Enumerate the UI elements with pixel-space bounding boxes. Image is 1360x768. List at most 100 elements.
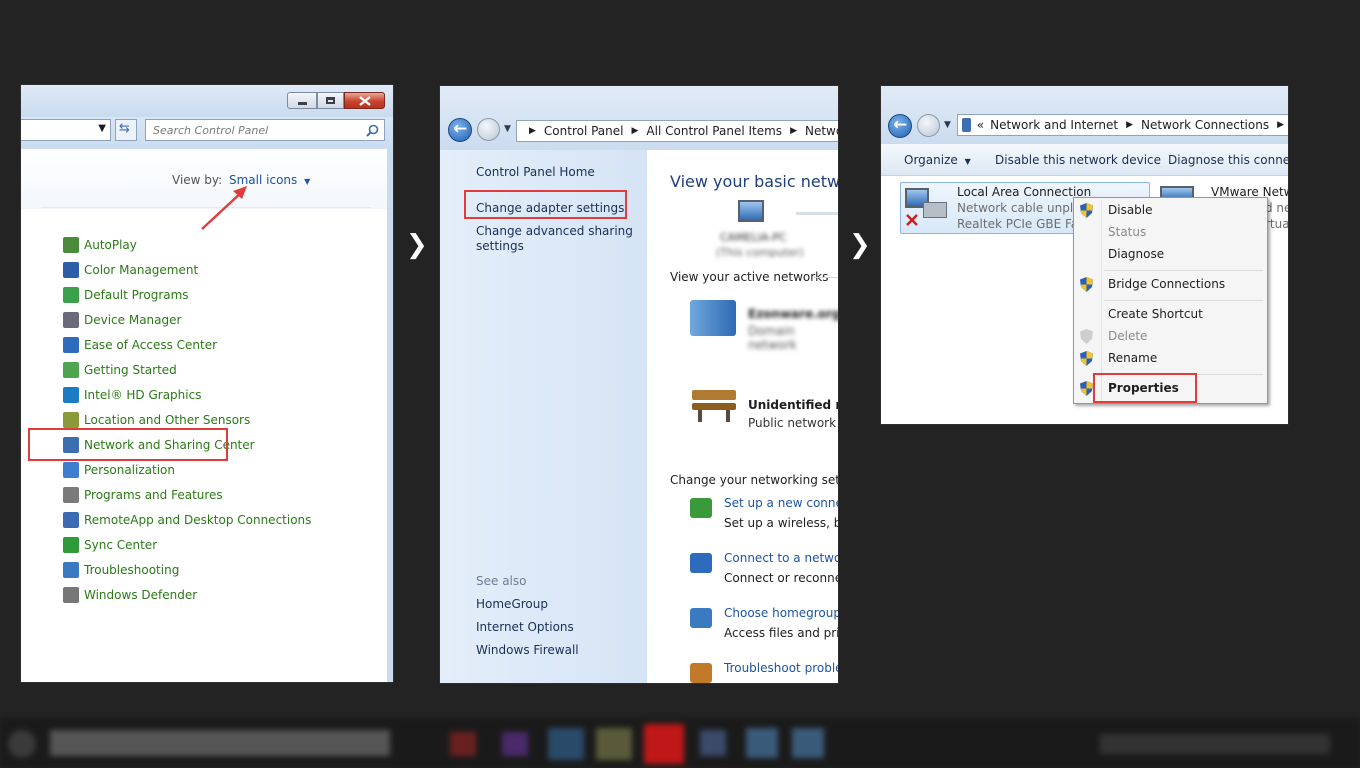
organize-button[interactable]: Organize ▼ [904, 153, 971, 167]
arrow-left-icon: ← [453, 119, 468, 139]
back-button[interactable]: ← [888, 114, 912, 138]
sidebar-advanced-sharing-line2[interactable]: settings [476, 239, 524, 253]
forward-button[interactable] [477, 118, 500, 141]
diagnose-connection-button[interactable]: Diagnose this connecti [1168, 153, 1288, 167]
control-panel-item-icon [63, 387, 79, 403]
control-panel-item[interactable]: AutoPlay [63, 236, 137, 254]
close-button[interactable] [344, 92, 385, 109]
annotation-arrow-icon [201, 186, 247, 230]
sidebar-internet-options-link[interactable]: Internet Options [476, 620, 574, 634]
start-button[interactable] [8, 730, 36, 758]
minimize-button[interactable] [287, 92, 317, 109]
sidebar-firewall-link[interactable]: Windows Firewall [476, 643, 579, 657]
control-panel-item[interactable]: Troubleshooting [63, 561, 179, 579]
menu-bridge-connections[interactable]: Bridge Connections [1108, 277, 1225, 291]
highlight-network-sharing [28, 428, 228, 461]
system-tray[interactable] [1100, 734, 1330, 754]
control-panel-item-label[interactable]: Location and Other Sensors [84, 413, 250, 427]
control-panel-item-label[interactable]: RemoteApp and Desktop Connections [84, 513, 311, 527]
control-panel-item-label[interactable]: Getting Started [84, 363, 177, 377]
organize-label[interactable]: Organize [904, 153, 958, 167]
control-panel-item-label[interactable]: Device Manager [84, 313, 181, 327]
control-panel-item-label[interactable]: AutoPlay [84, 238, 137, 252]
taskbar-app[interactable] [450, 732, 476, 756]
history-dropdown-icon[interactable]: ▼ [944, 120, 951, 130]
control-panel-item[interactable]: Color Management [63, 261, 198, 279]
control-panel-item-label[interactable]: Default Programs [84, 288, 189, 302]
task-link[interactable]: Troubleshoot problem [724, 661, 838, 675]
dropdown-arrow-icon: ▼ [964, 157, 971, 166]
disable-device-button[interactable]: Disable this network device [995, 153, 1161, 167]
control-panel-item[interactable]: Device Manager [63, 311, 181, 329]
menu-separator [1104, 270, 1263, 271]
menu-diagnose[interactable]: Diagnose [1108, 247, 1164, 261]
control-panel-item-label[interactable]: Sync Center [84, 538, 157, 552]
taskbar-app[interactable] [792, 728, 824, 758]
control-panel-item[interactable]: RemoteApp and Desktop Connections [63, 511, 311, 529]
breadcrumb-control-panel[interactable]: Control Panel [544, 124, 624, 138]
taskbar-app[interactable] [502, 732, 528, 756]
taskbar-app[interactable] [548, 728, 584, 760]
address-dropdown-icon[interactable]: ▼ [98, 123, 106, 134]
back-button[interactable]: ← [448, 118, 472, 142]
forward-button[interactable] [917, 114, 940, 137]
menu-rename[interactable]: Rename [1108, 351, 1157, 365]
taskbar-app[interactable] [700, 730, 726, 756]
control-panel-item[interactable]: Windows Defender [63, 586, 197, 604]
menu-create-shortcut[interactable]: Create Shortcut [1108, 307, 1203, 321]
breadcrumb-all-items[interactable]: All Control Panel Items [646, 124, 782, 138]
search-input[interactable]: Search Control Panel [145, 119, 385, 141]
address-bar[interactable]: ▶ Control Panel ▶ All Control Panel Item… [516, 120, 838, 142]
control-panel-item[interactable]: Intel® HD Graphics [63, 386, 201, 404]
control-panel-item[interactable]: Sync Center [63, 536, 157, 554]
task-description: Access files and printe [724, 626, 838, 640]
connection-status: Network cable unplug [957, 201, 1089, 215]
breadcrumb-network-connections[interactable]: Network Connections [1141, 118, 1269, 132]
control-panel-item-label[interactable]: Intel® HD Graphics [84, 388, 201, 402]
breadcrumb-network[interactable]: Network [805, 124, 838, 138]
page-heading: View your basic network [670, 172, 838, 191]
shield-icon [1080, 277, 1093, 292]
taskbar-app[interactable] [644, 724, 684, 764]
control-panel-item[interactable]: Ease of Access Center [63, 336, 217, 354]
control-panel-item-label[interactable]: Ease of Access Center [84, 338, 217, 352]
taskbar-app[interactable] [596, 728, 632, 760]
control-panel-item-icon [63, 237, 79, 253]
history-dropdown-icon[interactable]: ▼ [504, 124, 511, 134]
address-bar[interactable]: ▼ [21, 119, 111, 141]
control-panel-item[interactable]: Personalization [63, 461, 175, 479]
control-panel-item-icon [63, 587, 79, 603]
sidebar-homegroup-link[interactable]: HomeGroup [476, 597, 548, 611]
menu-disable[interactable]: Disable [1108, 203, 1153, 217]
control-panel-item-label[interactable]: Color Management [84, 263, 198, 277]
task-icon [690, 498, 712, 518]
control-panel-item[interactable]: Default Programs [63, 286, 189, 304]
control-panel-item-label[interactable]: Windows Defender [84, 588, 197, 602]
address-bar[interactable]: « Network and Internet ▶ Network Connect… [957, 114, 1288, 136]
control-panel-item-label[interactable]: Troubleshooting [84, 563, 179, 577]
task-link[interactable]: Connect to a network [724, 551, 838, 565]
breadcrumb-separator: ▶ [790, 126, 797, 136]
highlight-properties [1093, 373, 1197, 403]
refresh-button[interactable]: ⇆ [115, 119, 137, 141]
sidebar-home-link[interactable]: Control Panel Home [476, 165, 595, 179]
control-panel-item-label[interactable]: Programs and Features [84, 488, 223, 502]
task-link[interactable]: Choose homegroup a [724, 606, 838, 620]
shield-icon [1080, 381, 1093, 396]
control-panel-item-icon [63, 287, 79, 303]
taskbar-app[interactable] [746, 728, 778, 758]
search-icon[interactable] [366, 124, 379, 137]
breadcrumb-overflow[interactable]: « [977, 118, 984, 132]
map-line [796, 212, 838, 215]
minimize-icon [298, 102, 307, 105]
search-placeholder: Search Control Panel [153, 123, 269, 137]
control-panel-item-label[interactable]: Personalization [84, 463, 175, 477]
taskbar-search[interactable] [50, 730, 390, 756]
control-panel-item[interactable]: Getting Started [63, 361, 177, 379]
task-link[interactable]: Set up a new connect [724, 496, 838, 510]
maximize-button[interactable] [317, 92, 344, 109]
control-panel-item[interactable]: Programs and Features [63, 486, 223, 504]
sidebar-advanced-sharing-line1[interactable]: Change advanced sharing [476, 224, 633, 238]
control-panel-item[interactable]: Location and Other Sensors [63, 411, 250, 429]
breadcrumb-network-internet[interactable]: Network and Internet [990, 118, 1118, 132]
